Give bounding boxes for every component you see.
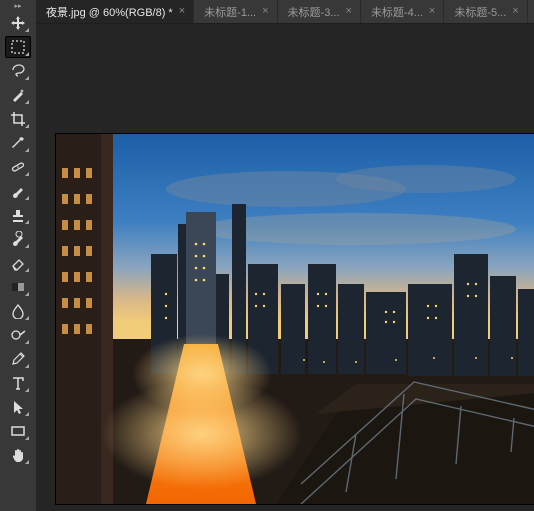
expand-panel-icon[interactable]: ▸▸ <box>0 2 36 10</box>
shape-tool[interactable] <box>5 420 31 442</box>
lasso-tool[interactable] <box>5 60 31 82</box>
canvas-viewport[interactable] <box>36 24 534 511</box>
blur-tool[interactable] <box>5 300 31 322</box>
close-icon[interactable]: × <box>262 6 268 17</box>
tab-label: 未标题-3... <box>288 4 340 20</box>
gradient-tool[interactable] <box>5 276 31 298</box>
tab-label: 未标题-4... <box>371 4 423 20</box>
close-icon[interactable]: × <box>346 6 352 17</box>
document-tab-3[interactable]: 未标题-4... × <box>361 0 444 23</box>
dodge-tool[interactable] <box>5 324 31 346</box>
move-tool[interactable] <box>5 12 31 34</box>
stamp-tool[interactable] <box>5 204 31 226</box>
close-icon[interactable]: × <box>512 6 518 17</box>
pen-tool[interactable] <box>5 348 31 370</box>
document-tab-4[interactable]: 未标题-5... × <box>444 0 527 23</box>
history-brush-tool[interactable] <box>5 228 31 250</box>
document-tab-1[interactable]: 未标题-1... × <box>194 0 277 23</box>
hand-tool[interactable] <box>5 444 31 466</box>
path-select-tool[interactable] <box>5 396 31 418</box>
document-tab-2[interactable]: 未标题-3... × <box>278 0 361 23</box>
eraser-tool[interactable] <box>5 252 31 274</box>
canvas-image <box>56 134 534 504</box>
crop-tool[interactable] <box>5 108 31 130</box>
brush-tool[interactable] <box>5 180 31 202</box>
marquee-tool[interactable] <box>5 36 31 58</box>
document-tab-0[interactable]: 夜景.jpg @ 60%(RGB/8) * × <box>36 0 194 23</box>
close-icon[interactable]: × <box>179 6 185 17</box>
magic-wand-tool[interactable] <box>5 84 31 106</box>
healing-tool[interactable] <box>5 156 31 178</box>
type-tool[interactable] <box>5 372 31 394</box>
tab-label: 夜景.jpg @ 60%(RGB/8) * <box>46 4 173 20</box>
main-area: 夜景.jpg @ 60%(RGB/8) * × 未标题-1... × 未标题-3... ×… <box>36 0 534 511</box>
tab-label: 未标题-1... <box>204 4 256 20</box>
document-tabs: 夜景.jpg @ 60%(RGB/8) * × 未标题-1... × 未标题-3... ×… <box>36 0 534 24</box>
tab-label: 未标题-5... <box>454 4 506 20</box>
eyedropper-tool[interactable] <box>5 132 31 154</box>
tools-panel: ▸▸ <box>0 0 36 511</box>
close-icon[interactable]: × <box>429 6 435 17</box>
